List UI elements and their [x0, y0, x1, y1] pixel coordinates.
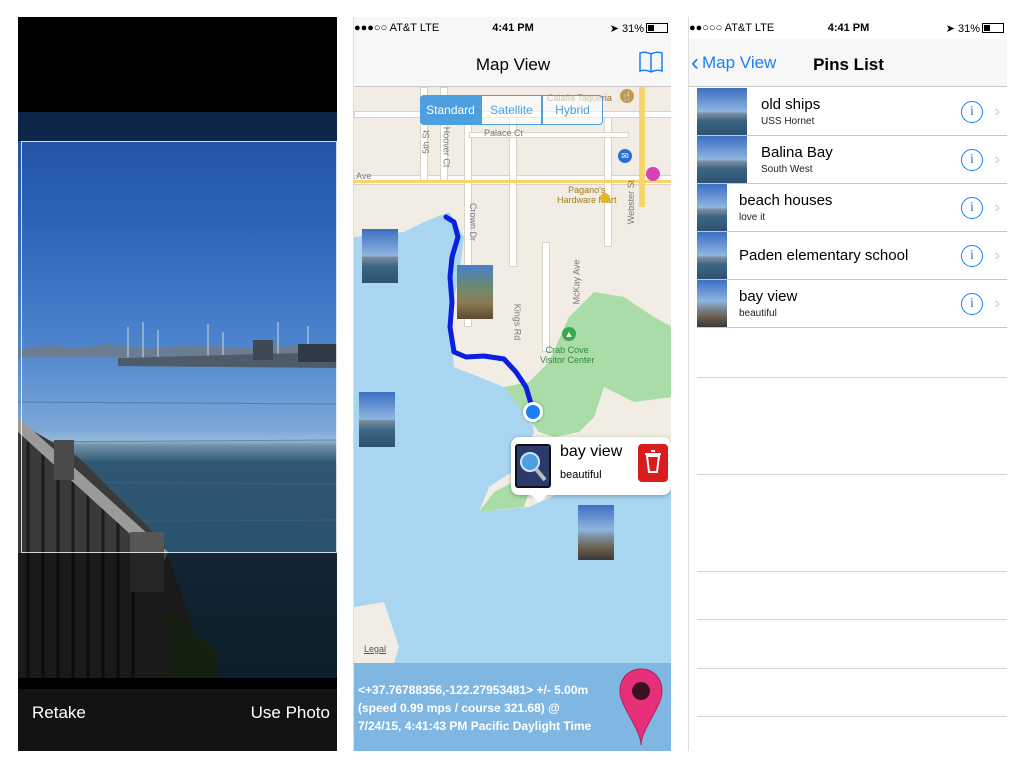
pin-title: bay view	[739, 288, 798, 305]
crop-shade-bottom	[18, 553, 337, 678]
chevron-right-icon: ›	[994, 199, 1000, 216]
battery-icon	[646, 23, 668, 33]
row-separator	[697, 571, 1007, 572]
user-location-dot	[523, 402, 543, 422]
map-type-control: Standard Satellite Hybrid	[420, 87, 604, 133]
chevron-right-icon: ›	[994, 295, 1000, 312]
pin-subtitle: USS Hornet	[761, 116, 815, 127]
crop-frame[interactable]	[21, 141, 337, 553]
battery-percent: 31%	[957, 23, 980, 35]
pin-title: Paden elementary school	[739, 247, 909, 264]
route-path	[443, 214, 540, 422]
pin-callout[interactable]: bay view beautiful	[511, 437, 671, 503]
location-arrow-icon: ➤	[609, 23, 619, 35]
battery-indicator: ➤ 31%	[610, 22, 668, 35]
pin-thumbnail	[697, 280, 727, 327]
row-separator	[697, 377, 1007, 378]
pins-nav-bar: Pins List ‹ Map View	[689, 39, 1007, 87]
legal-link[interactable]: Legal	[364, 644, 386, 654]
info-icon[interactable]: i	[961, 149, 983, 171]
segment-standard[interactable]: Standard	[420, 95, 481, 125]
battery-indicator: ➤ 31%	[946, 22, 1004, 35]
pin-row-balina-bay[interactable]: Balina Bay South West i ›	[697, 136, 1007, 184]
pins-list-screen: ●●○○○ AT&T LTE 4:41 PM ➤ 31% Pins List ‹…	[688, 17, 1007, 751]
chevron-right-icon: ›	[994, 151, 1000, 168]
drop-pin-icon[interactable]	[618, 667, 664, 747]
back-button[interactable]: ‹ Map View	[691, 49, 777, 76]
pin-title: beach houses	[739, 192, 833, 209]
zoom-photo-button[interactable]	[515, 444, 551, 488]
status-bar: ●●●○○ AT&T LTE 4:41 PM ➤ 31%	[354, 17, 671, 39]
map-canvas[interactable]: 5th St Hoover Ct Crown Dr Kings Rd McKay…	[354, 87, 671, 663]
row-separator	[697, 474, 1007, 475]
battery-percent: 31%	[621, 23, 644, 35]
book-icon[interactable]	[638, 49, 664, 75]
use-photo-button[interactable]: Use Photo	[251, 703, 330, 723]
trash-icon	[645, 450, 661, 473]
location-info-text: <+37.76788356,-122.27953481> +/- 5.00m (…	[358, 681, 614, 735]
retake-button[interactable]: Retake	[32, 703, 86, 723]
pin-subtitle: South West	[761, 164, 813, 175]
photo-pin-bay-view[interactable]	[578, 505, 614, 560]
info-icon[interactable]: i	[961, 101, 983, 123]
pin-subtitle: love it	[739, 212, 766, 223]
location-timestamp: 7/24/15, 4:41:43 PM Pacific Daylight Tim…	[358, 719, 592, 733]
battery-icon	[982, 23, 1004, 33]
segment-satellite[interactable]: Satellite	[481, 95, 542, 125]
pin-row-bay-view[interactable]: bay view beautiful i ›	[697, 280, 1007, 328]
user-location-core	[526, 405, 540, 419]
pin-row-beach-houses[interactable]: beach houses love it i ›	[697, 184, 1007, 232]
chevron-left-icon: ‹	[691, 49, 699, 76]
pin-thumbnail	[697, 184, 727, 231]
status-bar: ●●○○○ AT&T LTE 4:41 PM ➤ 31%	[689, 17, 1007, 39]
chevron-right-icon: ›	[994, 247, 1000, 264]
info-icon[interactable]: i	[961, 293, 983, 315]
segment-hybrid[interactable]: Hybrid	[542, 95, 603, 125]
callout-subtitle: beautiful	[560, 469, 602, 481]
pin-thumbnail	[697, 88, 747, 135]
location-info-bar: <+37.76788356,-122.27953481> +/- 5.00m (…	[354, 663, 671, 751]
camera-preview-screen: Retake Use Photo	[18, 17, 337, 751]
photo-pin-beach-houses[interactable]	[362, 229, 398, 283]
photo-pin-paden-school[interactable]	[457, 265, 493, 319]
location-coordinates: <+37.76788356,-122.27953481> +/- 5.00m	[358, 683, 589, 697]
map-view-screen: ●●●○○ AT&T LTE 4:41 PM ➤ 31% Map View 5t…	[353, 17, 671, 751]
pin-subtitle: beautiful	[739, 308, 777, 319]
location-arrow-icon: ➤	[945, 23, 955, 35]
row-separator	[697, 619, 1007, 620]
crop-shade-top	[18, 112, 337, 141]
delete-pin-button[interactable]	[638, 444, 668, 482]
back-label: Map View	[702, 53, 777, 72]
location-speed: (speed 0.99 mps / course 321.68) @	[358, 701, 560, 715]
page-title: Map View	[475, 55, 551, 74]
info-icon[interactable]: i	[961, 245, 983, 267]
pin-row-old-ships[interactable]: old ships USS Hornet i ›	[697, 88, 1007, 136]
photo-pin-old-ships[interactable]	[359, 392, 395, 447]
pin-thumbnail	[697, 136, 747, 183]
chevron-right-icon: ›	[994, 103, 1000, 120]
pin-thumbnail	[697, 232, 727, 279]
info-icon[interactable]: i	[961, 197, 983, 219]
row-separator	[697, 668, 1007, 669]
pin-title: old ships	[761, 96, 821, 113]
pin-title: Balina Bay	[761, 144, 833, 161]
row-separator	[697, 716, 1007, 717]
callout-title: bay view	[560, 443, 623, 460]
map-nav-bar: Map View	[354, 39, 671, 87]
pin-row-paden-school[interactable]: Paden elementary school i ›	[697, 232, 1007, 280]
magnifier-icon	[517, 446, 549, 486]
